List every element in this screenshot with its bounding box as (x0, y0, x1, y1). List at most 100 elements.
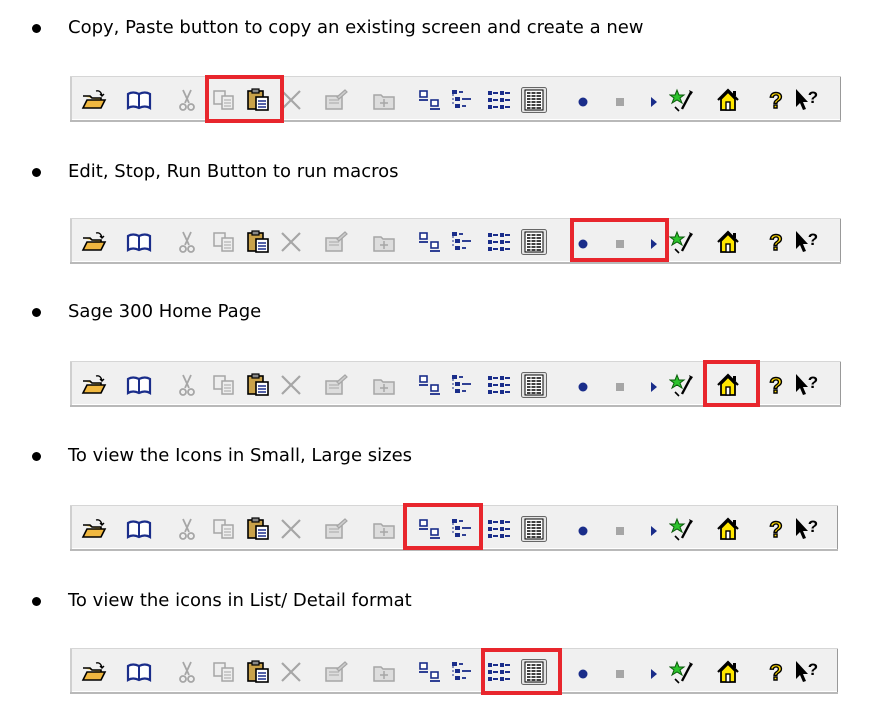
bullet (32, 308, 41, 317)
help-icon[interactable]: ? (763, 87, 789, 113)
details-view-icon[interactable] (521, 659, 547, 685)
large-icons-icon[interactable] (449, 659, 475, 685)
new-folder-icon[interactable] (371, 229, 397, 255)
list-view-icon[interactable] (486, 659, 512, 685)
stop-macro-icon[interactable] (607, 516, 633, 542)
new-folder-icon[interactable] (371, 516, 397, 542)
new-folder-icon[interactable] (371, 372, 397, 398)
new-folder-icon[interactable] (371, 87, 397, 113)
whats-this-help-icon[interactable]: ? (794, 229, 820, 255)
delete-icon[interactable] (278, 659, 304, 685)
cut-icon[interactable] (174, 659, 200, 685)
new-folder-icon[interactable] (371, 659, 397, 685)
help-icon[interactable]: ? (763, 516, 789, 542)
svg-text:?: ? (808, 517, 818, 536)
properties-icon[interactable] (323, 516, 349, 542)
large-icons-icon[interactable] (449, 516, 475, 542)
record-macro-icon[interactable] (570, 229, 596, 255)
whats-this-help-icon[interactable]: ? (794, 87, 820, 113)
paste-icon[interactable] (245, 87, 271, 113)
help-icon[interactable]: ? (763, 659, 789, 685)
customize-icon[interactable] (669, 372, 695, 398)
run-macro-icon[interactable] (641, 229, 667, 255)
small-icons-icon[interactable] (417, 372, 443, 398)
stop-macro-icon[interactable] (607, 659, 633, 685)
whats-this-help-icon[interactable]: ? (794, 372, 820, 398)
toolbar-5: ?? (70, 648, 838, 694)
stop-macro-icon[interactable] (607, 372, 633, 398)
home-icon[interactable] (715, 87, 741, 113)
properties-icon[interactable] (323, 372, 349, 398)
run-macro-icon[interactable] (641, 87, 667, 113)
home-icon[interactable] (715, 516, 741, 542)
stop-macro-icon[interactable] (607, 229, 633, 255)
whats-this-help-icon[interactable]: ? (794, 659, 820, 685)
run-macro-icon[interactable] (641, 516, 667, 542)
book-icon[interactable] (126, 659, 152, 685)
list-view-icon[interactable] (486, 372, 512, 398)
book-icon[interactable] (126, 516, 152, 542)
small-icons-icon[interactable] (417, 516, 443, 542)
home-icon[interactable] (715, 372, 741, 398)
large-icons-icon[interactable] (449, 229, 475, 255)
properties-icon[interactable] (323, 87, 349, 113)
record-macro-icon[interactable] (570, 659, 596, 685)
svg-text:?: ? (769, 230, 782, 255)
large-icons-icon[interactable] (449, 372, 475, 398)
open-folder-icon[interactable] (81, 372, 107, 398)
help-icon[interactable]: ? (763, 229, 789, 255)
copy-icon[interactable] (211, 372, 237, 398)
small-icons-icon[interactable] (417, 229, 443, 255)
open-folder-icon[interactable] (81, 87, 107, 113)
record-macro-icon[interactable] (570, 372, 596, 398)
record-macro-icon[interactable] (570, 516, 596, 542)
record-macro-icon[interactable] (570, 87, 596, 113)
copy-icon[interactable] (211, 87, 237, 113)
paste-icon[interactable] (245, 229, 271, 255)
cut-icon[interactable] (174, 372, 200, 398)
details-view-icon[interactable] (521, 229, 547, 255)
home-icon[interactable] (715, 659, 741, 685)
cut-icon[interactable] (174, 229, 200, 255)
help-icon[interactable]: ? (763, 372, 789, 398)
small-icons-icon[interactable] (417, 659, 443, 685)
copy-icon[interactable] (211, 229, 237, 255)
delete-icon[interactable] (278, 516, 304, 542)
large-icons-icon[interactable] (449, 87, 475, 113)
customize-icon[interactable] (669, 87, 695, 113)
customize-icon[interactable] (669, 659, 695, 685)
list-view-icon[interactable] (486, 229, 512, 255)
book-icon[interactable] (126, 372, 152, 398)
cut-icon[interactable] (174, 87, 200, 113)
paste-icon[interactable] (245, 516, 271, 542)
run-macro-icon[interactable] (641, 372, 667, 398)
run-macro-icon[interactable] (641, 659, 667, 685)
list-view-icon[interactable] (486, 516, 512, 542)
book-icon[interactable] (126, 229, 152, 255)
book-icon[interactable] (126, 87, 152, 113)
paste-icon[interactable] (245, 659, 271, 685)
open-folder-icon[interactable] (81, 659, 107, 685)
details-view-icon[interactable] (521, 87, 547, 113)
open-folder-icon[interactable] (81, 229, 107, 255)
customize-icon[interactable] (669, 229, 695, 255)
home-icon[interactable] (715, 229, 741, 255)
whats-this-help-icon[interactable]: ? (794, 516, 820, 542)
small-icons-icon[interactable] (417, 87, 443, 113)
stop-macro-icon[interactable] (607, 87, 633, 113)
properties-icon[interactable] (323, 229, 349, 255)
copy-icon[interactable] (211, 516, 237, 542)
customize-icon[interactable] (669, 516, 695, 542)
list-view-icon[interactable] (486, 87, 512, 113)
delete-icon[interactable] (278, 229, 304, 255)
details-view-icon[interactable] (521, 372, 547, 398)
paste-icon[interactable] (245, 372, 271, 398)
details-view-icon[interactable] (521, 516, 547, 542)
open-folder-icon[interactable] (81, 516, 107, 542)
cut-icon[interactable] (174, 516, 200, 542)
copy-icon[interactable] (211, 659, 237, 685)
delete-icon[interactable] (278, 87, 304, 113)
toolbar-grip (70, 506, 72, 549)
properties-icon[interactable] (323, 659, 349, 685)
delete-icon[interactable] (278, 372, 304, 398)
